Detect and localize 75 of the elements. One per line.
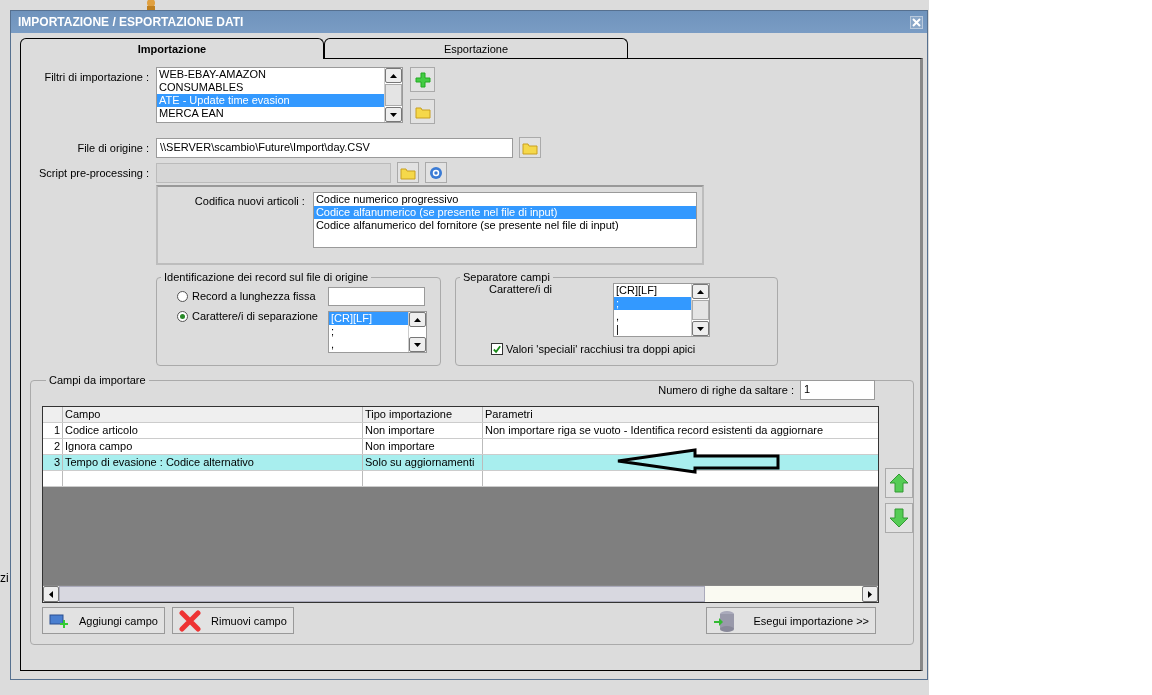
database-icon: [713, 609, 735, 632]
folder-icon: [414, 104, 431, 119]
tab[interactable]: Importazione: [20, 38, 324, 59]
column-header[interactable]: Campo: [63, 407, 363, 422]
move-down-button[interactable]: [885, 503, 913, 533]
separator-list[interactable]: [CR][LF] ; , |: [613, 283, 710, 337]
table-cell: Codice articolo: [63, 423, 363, 438]
radio-button[interactable]: [177, 310, 188, 322]
source-file-field[interactable]: \\SERVER\scambio\Future\Import\day.CSV: [156, 137, 513, 158]
right-arrow-icon[interactable]: [868, 590, 872, 598]
window-title: IMPORTAZIONE / ESPORTAZIONE DATI: [18, 15, 244, 29]
list-item[interactable]: [CR][LF]: [614, 284, 691, 297]
list-item[interactable]: ;: [329, 325, 408, 338]
length-field[interactable]: [328, 287, 425, 306]
table-cell-text: Non importare riga se vuoto - Identifica record esistenti da aggiornare: [484, 423, 825, 438]
filters-list[interactable]: WEB-EBAY-AMAZON CONSUMABLES ATE - Update time evasion MERCA EAN: [156, 67, 403, 123]
script-label: Script pre-processing :: [37, 166, 149, 179]
row-number: 1: [43, 423, 63, 438]
checkbox[interactable]: [491, 343, 503, 355]
list-item[interactable]: CONSUMABLES: [157, 81, 384, 94]
move-up-button[interactable]: [885, 468, 913, 498]
down-arrow-icon[interactable]: [697, 326, 704, 331]
skip-rows-label: Numero di righe da saltare :: [658, 384, 794, 396]
action-button[interactable]: Esegui importazione >>: [706, 607, 876, 634]
table-cell: Non importare: [363, 439, 483, 454]
table-cell: Solo su aggiornamenti: [363, 455, 483, 470]
skip-rows-field[interactable]: 1: [800, 380, 875, 400]
group-title: Separatore campi: [462, 271, 551, 283]
radio-label: Carattere/i di separazione: [192, 310, 318, 322]
list-item[interactable]: ,: [329, 338, 408, 351]
help-icon: [429, 165, 443, 180]
person-icon: [144, 0, 158, 10]
separator-label: Carattere/i di: [489, 283, 553, 297]
list-item[interactable]: MERCA EAN: [157, 107, 384, 120]
list-item[interactable]: |: [614, 323, 691, 336]
list-item[interactable]: ,: [614, 310, 691, 323]
checkbox-label: Valori 'speciali' racchiusi tra doppi apici: [506, 343, 696, 355]
list-item[interactable]: WEB-EBAY-AMAZON: [157, 68, 384, 81]
action-button[interactable]: Aggiungi campo: [42, 607, 165, 634]
down-arrow-icon[interactable]: [414, 342, 421, 347]
horizontal-scrollbar[interactable]: [43, 585, 878, 602]
help-button[interactable]: [425, 162, 447, 183]
table-cell: Ignora campo: [63, 439, 363, 454]
x-icon: [179, 609, 201, 632]
up-arrow-icon[interactable]: [697, 289, 704, 294]
column-header[interactable]: Parametri: [483, 407, 878, 422]
source-file-label: File di origine :: [76, 141, 149, 154]
radio-label: Record a lunghezza fissa: [192, 290, 316, 302]
group-title: Identificazione dei record sul file di origine: [163, 271, 370, 283]
left-arrow-icon[interactable]: [49, 590, 53, 598]
action-button[interactable]: Rimuovi campo: [172, 607, 294, 634]
coding-list[interactable]: Codice numerico progressivo Codice alfanumerico (se presente nel file di input) Codice alfanumerico del fornitore (se presente nel file di input): [312, 192, 697, 248]
tab[interactable]: Esportazione: [324, 38, 628, 58]
list-item[interactable]: Codice alfanumerico del fornitore (se presente nel file di input): [313, 219, 696, 232]
table-row[interactable]: 1 Codice articolo Non importare Non importare riga se vuoto - Identifica record esistenti da aggiornare: [43, 423, 878, 439]
separator-list[interactable]: [CR][LF] ; ,: [328, 311, 427, 353]
row-number: 3: [43, 455, 63, 470]
up-arrow-icon[interactable]: [414, 317, 421, 322]
row-number: 2: [43, 439, 63, 454]
radio-button[interactable]: [177, 290, 188, 302]
scrollbar[interactable]: [691, 284, 709, 336]
list-item[interactable]: Codice numerico progressivo: [313, 193, 696, 206]
add-field-icon: [49, 612, 69, 629]
column-header[interactable]: Tipo importazione: [363, 407, 483, 422]
background-text: zi: [0, 571, 9, 585]
coding-label: Codifica nuovi articoli :: [193, 194, 305, 209]
group-title: Campi da importare: [48, 374, 147, 386]
scrollbar[interactable]: [408, 312, 426, 352]
up-arrow-icon[interactable]: [390, 73, 397, 78]
down-arrow-icon[interactable]: [390, 112, 397, 117]
close-button[interactable]: [910, 15, 923, 29]
scrollbar[interactable]: [384, 68, 402, 122]
table-cell: Tempo di evasione : Codice alternativo: [63, 455, 363, 470]
filters-label: Filtri di importazione :: [43, 70, 149, 83]
table-cell: Non importare: [363, 423, 483, 438]
